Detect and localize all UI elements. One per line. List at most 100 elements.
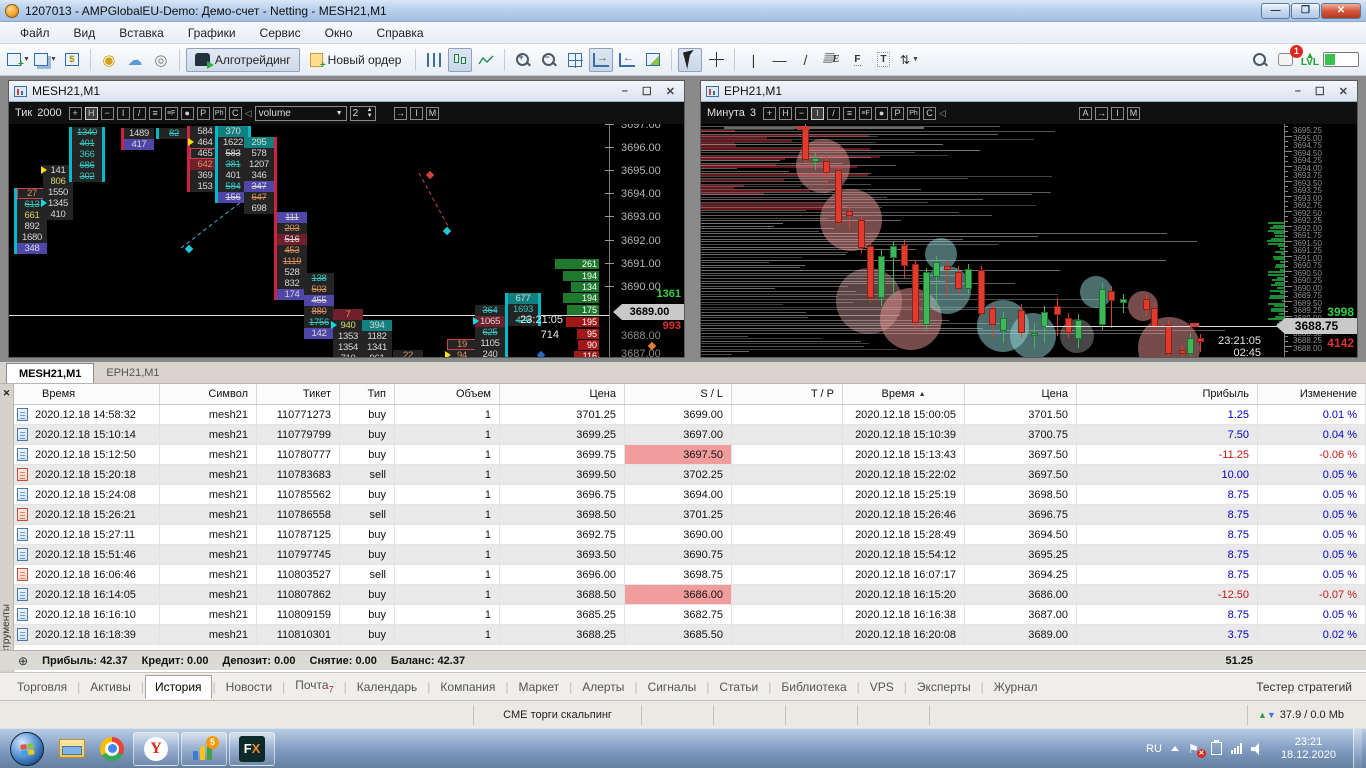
panel-slider-thumb[interactable] bbox=[797, 126, 810, 130]
panel-button-≡F[interactable]: ≡F bbox=[164, 106, 178, 120]
panel-button-P[interactable]: P bbox=[196, 106, 210, 120]
chart-template-button[interactable] bbox=[641, 48, 665, 72]
menu-item-Вид[interactable]: Вид bbox=[62, 24, 108, 42]
chart-minimize-icon[interactable]: – bbox=[622, 85, 628, 98]
panel-button-→[interactable]: → bbox=[394, 106, 407, 120]
toolbox-tab-Почта[interactable]: Почта7 bbox=[286, 674, 342, 698]
taskbar-yandex-button[interactable]: Y bbox=[133, 731, 179, 766]
panel-button-−[interactable]: − bbox=[100, 106, 114, 120]
chart-close-icon[interactable]: ✕ bbox=[666, 85, 675, 98]
menu-item-Справка[interactable]: Справка bbox=[365, 24, 436, 42]
menu-item-Окно[interactable]: Окно bbox=[313, 24, 365, 42]
panel-button-H[interactable]: H bbox=[779, 106, 793, 120]
text-label-button[interactable]: T bbox=[871, 48, 895, 72]
fibo-button[interactable]: 𝄚E bbox=[819, 48, 843, 72]
crosshair-button[interactable] bbox=[704, 48, 728, 72]
panel-button-A[interactable]: A bbox=[1079, 106, 1092, 120]
language-indicator[interactable]: RU bbox=[1146, 743, 1162, 755]
shift-end-button[interactable]: → bbox=[589, 47, 614, 72]
new-order-button[interactable]: Новый ордер bbox=[302, 48, 410, 72]
column-header-5[interactable]: Цена bbox=[500, 384, 625, 404]
panel-button-C[interactable]: C bbox=[923, 106, 937, 120]
panel-button-●[interactable]: ● bbox=[875, 106, 889, 120]
table-row[interactable]: 2020.12.18 15:10:14 mesh21 110779799 buy 1 36… bbox=[14, 425, 1366, 445]
column-header-10[interactable]: Прибыль bbox=[1077, 384, 1258, 404]
panel-button-P[interactable]: P bbox=[891, 106, 905, 120]
panel-button-I[interactable]: I bbox=[116, 106, 130, 120]
minimize-button[interactable]: — bbox=[1261, 2, 1290, 19]
toolbox-tab-Компания[interactable]: Компания bbox=[431, 676, 504, 698]
toolbox-tab-Алерты[interactable]: Алерты bbox=[573, 676, 633, 698]
toolbox-tab-Сигналы[interactable]: Сигналы bbox=[639, 676, 706, 698]
panel-button-I[interactable]: I bbox=[811, 106, 825, 120]
column-header-3[interactable]: Тип bbox=[340, 384, 395, 404]
column-header-11[interactable]: Изменение bbox=[1258, 384, 1366, 404]
panel-button-I[interactable]: I bbox=[1111, 106, 1124, 120]
chart-window-titlebar[interactable]: EPH21,M1 – ☐ ✕ bbox=[701, 81, 1357, 102]
column-header-2[interactable]: Тикет bbox=[257, 384, 340, 404]
toolbox-close-icon[interactable]: ✕ bbox=[0, 387, 13, 399]
table-row[interactable]: 2020.12.18 15:12:50 mesh21 110780777 buy 1 36… bbox=[14, 445, 1366, 465]
chart-maximize-icon[interactable]: ☐ bbox=[1315, 85, 1325, 98]
menu-item-Файл[interactable]: Файл bbox=[8, 24, 62, 42]
chart-window-titlebar[interactable]: MESH21,M1 – ☐ ✕ bbox=[9, 81, 684, 102]
chart-close-icon[interactable]: ✕ bbox=[1339, 85, 1348, 98]
chart-maximize-icon[interactable]: ☐ bbox=[642, 85, 652, 98]
toolbox-tab-Библиотека[interactable]: Библиотека bbox=[772, 676, 855, 698]
notifications-button[interactable]: 1 bbox=[1274, 44, 1303, 72]
panel-button-≡F[interactable]: ≡F bbox=[859, 106, 873, 120]
panel-button-I[interactable]: I bbox=[410, 106, 423, 120]
table-row[interactable]: 2020.12.18 15:24:08 mesh21 110785562 buy 1 36… bbox=[14, 485, 1366, 505]
horizontal-line-button[interactable]: — bbox=[767, 48, 791, 72]
table-row[interactable]: 2020.12.18 15:26:21 mesh21 110786558 sell 1 3… bbox=[14, 505, 1366, 525]
summary-expand-icon[interactable]: ⊕ bbox=[18, 654, 28, 668]
zoom-out-button[interactable]: − bbox=[537, 48, 561, 72]
clipboard-icon[interactable] bbox=[1210, 740, 1222, 755]
chart-tab-EPH21,M1[interactable]: EPH21,M1 bbox=[94, 363, 171, 383]
panel-button-+[interactable]: + bbox=[763, 106, 777, 120]
table-row[interactable]: 2020.12.18 16:14:05 mesh21 110807862 buy 1 36… bbox=[14, 585, 1366, 605]
panel-button-M[interactable]: M bbox=[426, 106, 439, 120]
table-row[interactable]: 2020.12.18 16:18:39 mesh21 110810301 buy 1 36… bbox=[14, 625, 1366, 645]
panel-button-≡[interactable]: ≡ bbox=[843, 106, 857, 120]
grid-f-button[interactable]: F bbox=[845, 48, 869, 72]
table-row[interactable]: 2020.12.18 16:16:10 mesh21 110809159 buy 1 36… bbox=[14, 605, 1366, 625]
panel-collapse-icon[interactable]: ◁ bbox=[939, 108, 946, 119]
deposit-icon[interactable]: ◉ bbox=[97, 48, 121, 72]
maximize-button[interactable]: ❐ bbox=[1291, 2, 1320, 19]
toolbox-tab-Маркет[interactable]: Маркет bbox=[509, 676, 568, 698]
taskbar-explorer-button[interactable] bbox=[52, 732, 92, 766]
show-desktop-button[interactable] bbox=[1353, 728, 1362, 768]
toolbox-tab-Активы[interactable]: Активы bbox=[81, 676, 140, 698]
taskbar-metatrader-button[interactable]: 5 bbox=[181, 731, 227, 766]
taskbar-chrome-button[interactable] bbox=[92, 732, 132, 766]
panel-button-Ph[interactable]: Ph bbox=[907, 106, 921, 120]
column-header-7[interactable]: T / P bbox=[732, 384, 843, 404]
line-chart-button[interactable] bbox=[474, 48, 498, 72]
vertical-line-button[interactable]: | bbox=[741, 48, 765, 72]
cursor-button[interactable] bbox=[678, 47, 703, 72]
cloud-icon[interactable]: ☁ bbox=[123, 48, 147, 72]
panel-button-C[interactable]: C bbox=[228, 106, 242, 120]
menu-item-Сервис[interactable]: Сервис bbox=[248, 24, 313, 42]
action-center-icon[interactable]: ⚑ ✕ bbox=[1188, 742, 1206, 758]
search-button[interactable] bbox=[1248, 48, 1272, 72]
table-row[interactable]: 2020.12.18 15:51:46 mesh21 110797745 buy 1 36… bbox=[14, 545, 1366, 565]
toolbox-tab-Календарь[interactable]: Календарь bbox=[348, 676, 427, 698]
clock[interactable]: 23:21 18.12.2020 bbox=[1273, 736, 1344, 762]
table-row[interactable]: 2020.12.18 15:27:11 mesh21 110787125 buy 1 36… bbox=[14, 525, 1366, 545]
toolbox-tab-История[interactable]: История bbox=[144, 674, 212, 699]
panel-button-−[interactable]: − bbox=[795, 106, 809, 120]
column-header-9[interactable]: Цена bbox=[965, 384, 1077, 404]
footprint-chart-canvas[interactable]: Тик 2000 + H − I / ≡ ≡F ● P Ph C ◁ volume ▼ 2 ▲ ▼ → I M 3697.0… bbox=[9, 102, 684, 357]
toolbox-tab-Журнал[interactable]: Журнал bbox=[985, 676, 1047, 698]
profiles-button[interactable]: ▼ bbox=[33, 48, 58, 72]
signal-icon[interactable]: ◎ bbox=[149, 48, 173, 72]
chart-minimize-icon[interactable]: – bbox=[1295, 85, 1301, 98]
tile-windows-button[interactable] bbox=[563, 48, 587, 72]
panel-button-≡[interactable]: ≡ bbox=[148, 106, 162, 120]
panel-button-→[interactable]: → bbox=[1095, 106, 1108, 120]
table-row[interactable]: 2020.12.18 16:06:46 mesh21 110803527 sell 1 3… bbox=[14, 565, 1366, 585]
toolbox-tab-VPS[interactable]: VPS bbox=[861, 676, 903, 698]
tray-expand-icon[interactable] bbox=[1170, 746, 1179, 751]
